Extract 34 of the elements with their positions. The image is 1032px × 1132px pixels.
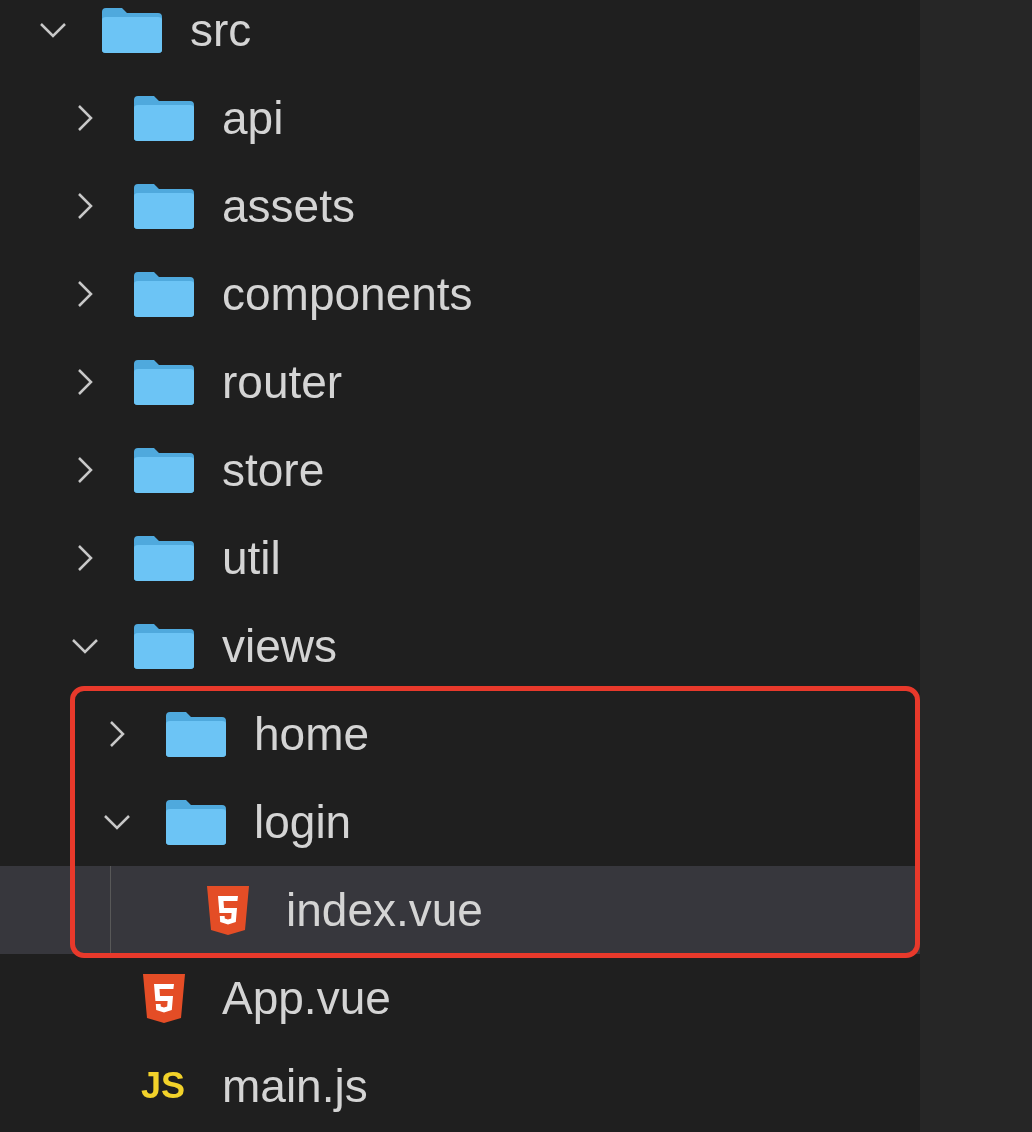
item-label: router	[222, 359, 343, 405]
tree-item[interactable]: src	[0, 0, 920, 74]
tree-item[interactable]: util	[0, 514, 920, 602]
folder-icon	[132, 270, 196, 318]
item-label: src	[190, 7, 252, 53]
tree-item[interactable]: App.vue	[0, 954, 920, 1042]
item-label: views	[222, 623, 338, 669]
folder-icon	[132, 358, 196, 406]
item-label: home	[254, 711, 370, 757]
js-icon: JS	[141, 1068, 187, 1104]
item-label: store	[222, 447, 325, 493]
tree-item[interactable]: assets	[0, 162, 920, 250]
tree-item[interactable]: components	[0, 250, 920, 338]
item-label: assets	[222, 183, 355, 229]
folder-icon	[164, 710, 228, 758]
folder-icon	[132, 94, 196, 142]
folder-icon	[164, 798, 228, 846]
tree-item[interactable]: JS main.js	[0, 1042, 920, 1130]
folder-icon	[132, 622, 196, 670]
tree-item[interactable]: views	[0, 602, 920, 690]
folder-icon	[132, 534, 196, 582]
item-label: index.vue	[286, 887, 483, 933]
tree-item[interactable]: router	[0, 338, 920, 426]
folder-icon	[132, 182, 196, 230]
tree-item[interactable]: index.vue	[0, 866, 920, 954]
folder-icon	[132, 446, 196, 494]
folder-icon	[100, 6, 164, 54]
tree-item[interactable]: home	[0, 690, 920, 778]
tree-item[interactable]: store	[0, 426, 920, 514]
html5-icon	[141, 972, 187, 1024]
tree-item[interactable]: api	[0, 74, 920, 162]
html5-icon	[205, 884, 251, 936]
item-label: util	[222, 535, 281, 581]
tree-item[interactable]: login	[0, 778, 920, 866]
